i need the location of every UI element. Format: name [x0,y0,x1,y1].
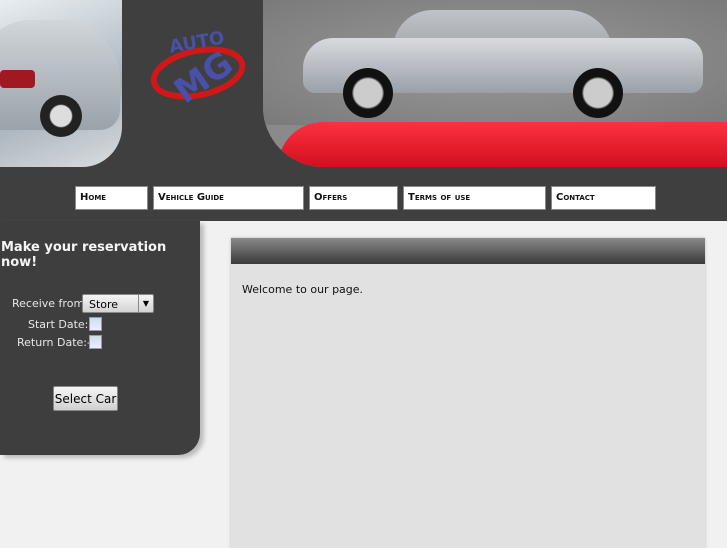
auto-mg-logo: AUTO MG [150,28,245,106]
return-date-label: Return Date:- [17,336,91,349]
receive-from-value: Store [89,298,119,311]
nav-vehicle-guide[interactable]: Vehicle Guide [153,186,304,210]
reservation-panel: Make your reservation now! Receive from:… [0,221,200,455]
reservation-title: Make your reservation now! [1,240,167,270]
start-date-label: Start Date:- [28,318,93,331]
car-image-right [263,0,727,167]
chevron-down-icon: ▼ [138,295,153,312]
receive-from-select[interactable]: Store ▼ [82,294,154,313]
car-image-left [0,0,122,167]
main-nav: Home Vehicle Guide Offers Terms of use C… [75,186,656,210]
nav-home[interactable]: Home [75,186,148,210]
content-header [231,238,705,264]
calendar-icon[interactable] [89,335,102,349]
header-banner: AUTO MG Home Vehicle Guide Offers Terms … [0,0,727,221]
welcome-text: Welcome to our page. [242,283,364,296]
receive-from-label: Receive from: [12,297,88,310]
nav-offers[interactable]: Offers [309,186,398,210]
nav-terms[interactable]: Terms of use [403,186,546,210]
content-box: Welcome to our page. [231,238,705,548]
select-car-button[interactable]: Select Car [53,386,118,411]
calendar-icon[interactable] [89,317,102,331]
nav-contact[interactable]: Contact [551,186,656,210]
